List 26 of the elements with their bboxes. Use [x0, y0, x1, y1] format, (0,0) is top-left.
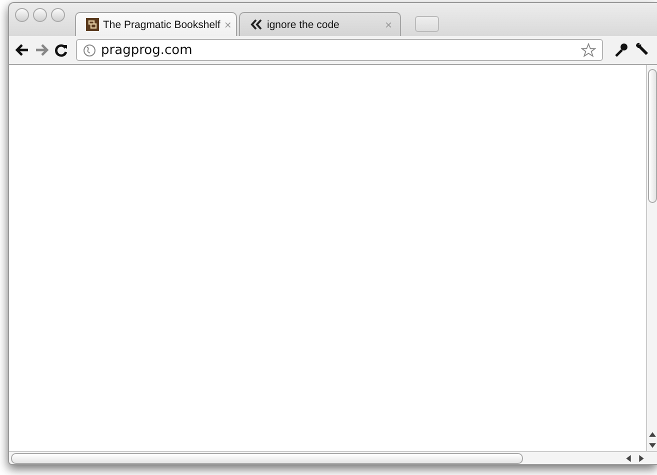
book-logo-icon: [86, 18, 99, 31]
browser-tab[interactable]: ignore the code ×: [239, 12, 401, 36]
forward-button[interactable]: [35, 44, 49, 56]
zoom-window-button[interactable]: [51, 8, 65, 22]
vertical-scrollbar[interactable]: [646, 65, 657, 451]
star-icon[interactable]: [581, 42, 596, 58]
browser-tab[interactable]: The Pragmatic Bookshelf ×: [75, 12, 237, 36]
minimize-window-button[interactable]: [33, 8, 47, 22]
tab-title: The Pragmatic Bookshelf: [103, 18, 220, 30]
close-window-button[interactable]: [15, 8, 29, 22]
scroll-thumb[interactable]: [648, 69, 657, 203]
scroll-up-arrow[interactable]: [648, 431, 656, 438]
back-button[interactable]: [15, 44, 29, 56]
key-icon[interactable]: [613, 42, 629, 58]
tab-title: ignore the code: [267, 18, 340, 30]
double-chevron-icon: [250, 19, 263, 30]
wrench-icon[interactable]: [635, 42, 651, 58]
globe-icon: [83, 44, 96, 56]
address-bar[interactable]: pragprog.com: [76, 39, 603, 61]
url-text: pragprog.com: [101, 42, 194, 58]
scroll-thumb[interactable]: [11, 452, 523, 464]
scroll-left-arrow[interactable]: [625, 454, 632, 462]
scroll-right-arrow[interactable]: [638, 454, 645, 462]
reload-button[interactable]: [55, 44, 68, 56]
horizontal-scrollbar[interactable]: [9, 451, 657, 464]
scroll-down-arrow[interactable]: [648, 442, 656, 449]
